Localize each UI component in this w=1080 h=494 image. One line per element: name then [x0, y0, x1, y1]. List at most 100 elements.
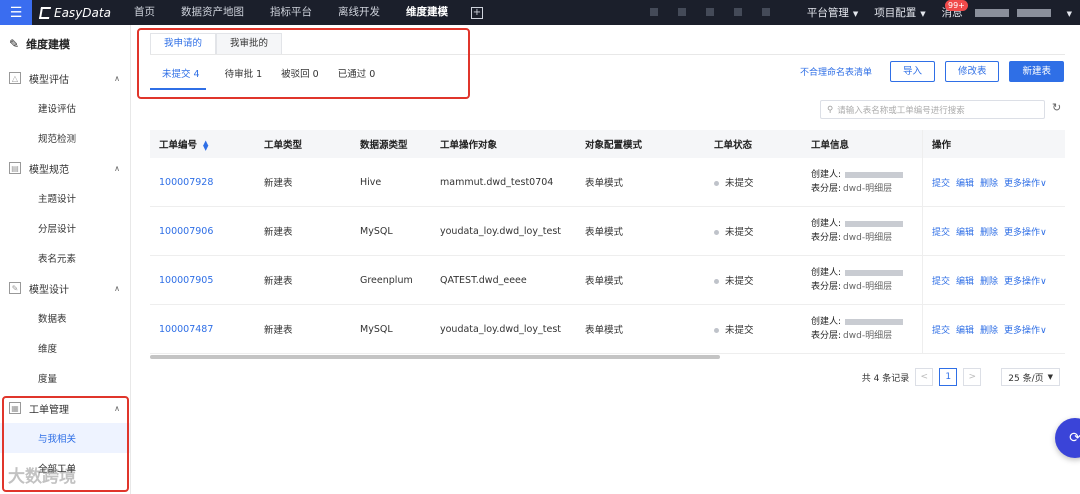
watermark-logo: 大数跨境 — [8, 467, 76, 487]
sidebar-group-model-eval[interactable]: △ 模型评估 ∧ — [0, 63, 130, 93]
config-mode: 表单模式 — [585, 227, 624, 238]
nav-item-asset-map[interactable]: 数据资产地图 — [168, 0, 257, 25]
import-button[interactable]: 导入 — [889, 61, 935, 82]
table-row: 100007906 新建表 MySQL youdata_loy.dwd_loy_… — [150, 207, 1065, 256]
submit-link[interactable]: 提交 — [932, 323, 950, 336]
more-actions-link[interactable]: 更多操作∨ — [1004, 176, 1047, 189]
col-ticket-id[interactable]: 工单编号 ▲ ▼ — [150, 137, 255, 151]
add-icon[interactable]: + — [470, 6, 483, 19]
row-actions: 提交 编辑 删除 更多操作∨ — [922, 158, 1065, 206]
nav-item-dimension-modeling[interactable]: 维度建模 — [393, 0, 461, 25]
user-name[interactable] — [1016, 8, 1051, 17]
redacted-creator — [845, 220, 904, 227]
project-menu[interactable]: 项目配置 ▼ — [866, 5, 933, 20]
sidebar-item-layer-design[interactable]: 分层设计 — [0, 213, 130, 243]
layer-value: dwd-明细层 — [843, 282, 893, 292]
ticket-info: 创建人: 表分层: dwd-明细层 — [802, 266, 922, 294]
creator-label: 创建人: — [811, 268, 842, 278]
sidebar-title-text: 维度建模 — [26, 38, 71, 51]
layer-value: dwd-明细层 — [843, 184, 893, 194]
ticket-info: 创建人: 表分层: dwd-明细层 — [802, 168, 922, 196]
column-header: 工单信息 — [811, 140, 850, 151]
horizontal-scrollbar[interactable] — [150, 355, 720, 359]
sidebar-group-model-spec[interactable]: ▤ 模型规范 ∧ — [0, 153, 130, 183]
sidebar-item-dimension[interactable]: 维度 — [0, 333, 130, 363]
more-actions-link[interactable]: 更多操作∨ — [1004, 225, 1047, 238]
sidebar-item-table-name-elements[interactable]: 表名元素 — [0, 243, 130, 273]
sidebar-item-measure[interactable]: 度量 — [0, 363, 130, 393]
ticket-id-link[interactable]: 100007487 — [150, 324, 255, 335]
ticket-object: youdata_loy.dwd_loy_test — [440, 225, 561, 237]
delete-link[interactable]: 删除 — [980, 274, 998, 287]
row-actions: 提交 编辑 删除 更多操作∨ — [922, 207, 1065, 255]
submit-link[interactable]: 提交 — [932, 274, 950, 287]
nav-item-metrics[interactable]: 指标平台 — [257, 0, 325, 25]
menu-icon[interactable]: ☰ — [0, 0, 32, 25]
edit-link[interactable]: 编辑 — [956, 225, 974, 238]
delete-link[interactable]: 删除 — [980, 176, 998, 189]
edit-link[interactable]: 编辑 — [956, 323, 974, 336]
source-type: MySQL — [360, 323, 393, 335]
modify-table-button[interactable]: 修改表 — [944, 61, 1000, 82]
ticket-object: youdata_loy.dwd_loy_test — [440, 323, 561, 335]
nav-item-home[interactable]: 首页 — [121, 0, 168, 25]
config-mode: 表单模式 — [585, 276, 624, 287]
caret-down-icon: ▼ — [920, 10, 926, 18]
edit-link[interactable]: 编辑 — [956, 274, 974, 287]
search-input[interactable]: ⚲ 请输入表名称或工单编号进行搜索 — [820, 100, 1045, 119]
edit-link[interactable]: 编辑 — [956, 176, 974, 189]
refresh-icon[interactable]: ↻ — [1052, 101, 1061, 114]
sidebar-group-label: 模型评估 — [29, 74, 69, 86]
platform-menu-label: 平台管理 — [806, 7, 849, 19]
creator-label: 创建人: — [811, 317, 842, 327]
create-table-button[interactable]: 新建表 — [1009, 61, 1064, 82]
more-actions-link[interactable]: 更多操作∨ — [1004, 274, 1047, 287]
submit-link[interactable]: 提交 — [932, 176, 950, 189]
chevron-down-icon: ∨ — [1040, 178, 1047, 189]
caret-down-icon: ▼ — [852, 10, 859, 18]
app-logo[interactable]: EasyData — [38, 6, 111, 20]
sidebar-group-model-design[interactable]: ✎ 模型设计 ∧ — [0, 273, 130, 303]
assistant-float-button[interactable]: ⟳ — [1055, 418, 1080, 458]
submit-link[interactable]: 提交 — [932, 225, 950, 238]
sidebar-item-data-table[interactable]: 数据表 — [0, 303, 130, 333]
total-records: 共 4 条记录 — [861, 373, 910, 384]
sidebar-item-topic-design[interactable]: 主题设计 — [0, 183, 130, 213]
ticket-id-link[interactable]: 100007906 — [150, 226, 255, 237]
sort-icon[interactable]: ▲ ▼ — [203, 139, 208, 151]
caret-down-icon[interactable]: ▼ — [1055, 7, 1080, 19]
ticket-type: 新建表 — [264, 178, 293, 189]
next-page-icon[interactable]: > — [963, 368, 982, 386]
unreasonable-names-link[interactable]: 不合理命名表清单 — [800, 65, 872, 78]
ticket-id-link[interactable]: 100007905 — [150, 275, 255, 286]
source-type: Hive — [360, 176, 382, 188]
redacted-creator — [845, 171, 904, 178]
column-header: 对象配置模式 — [585, 140, 643, 151]
prev-page-icon[interactable]: < — [915, 368, 934, 386]
top-right-menu: 平台管理 ▼ 项目配置 ▼ 消息 ▼ — [799, 0, 1080, 25]
tickets-table: 工单编号 ▲ ▼ 工单类型 数据源类型 工单操作对象 对象配置模式 工单状态 工单信… — [150, 130, 1065, 354]
status-dot-icon — [714, 230, 719, 235]
ticket-id-link[interactable]: 100007928 — [150, 177, 255, 188]
delete-link[interactable]: 删除 — [980, 323, 998, 336]
delete-link[interactable]: 删除 — [980, 225, 998, 238]
page-number[interactable]: 1 — [939, 368, 958, 386]
caret-down-icon: ▼ — [1047, 373, 1053, 381]
highlight-box-tabs — [137, 28, 470, 99]
avatar[interactable] — [974, 8, 1009, 17]
ticket-status: 未提交 — [705, 175, 802, 189]
status-label: 未提交 — [725, 227, 754, 238]
sidebar-item-spec-check[interactable]: 规范检测 — [0, 123, 130, 153]
more-actions-link[interactable]: 更多操作∨ — [1004, 323, 1047, 336]
search-placeholder: 请输入表名称或工单编号进行搜索 — [837, 105, 965, 116]
status-dot-icon — [714, 328, 719, 333]
nav-item-offline-dev[interactable]: 离线开发 — [325, 0, 393, 25]
layer-value: dwd-明细层 — [843, 331, 893, 341]
ticket-info: 创建人: 表分层: dwd-明细层 — [802, 217, 922, 245]
search-icon: ⚲ — [827, 104, 834, 115]
ticket-info: 创建人: 表分层: dwd-明细层 — [802, 315, 922, 343]
platform-menu[interactable]: 平台管理 ▼ — [799, 5, 866, 20]
sidebar-item-build-eval[interactable]: 建设评估 — [0, 93, 130, 123]
page-size-select[interactable]: 25 条/页 ▼ — [1001, 368, 1060, 386]
top-nav: 首页 数据资产地图 指标平台 离线开发 维度建模 + — [121, 0, 483, 25]
